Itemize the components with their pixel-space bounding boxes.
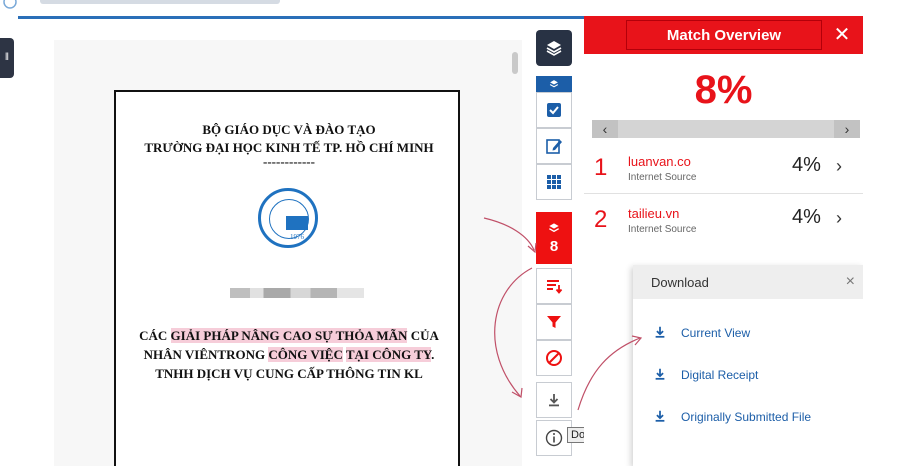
top-bar [0,0,900,16]
chevron-right-icon[interactable]: › [836,208,842,229]
sort-icon[interactable] [536,268,572,304]
download-icon [651,367,669,384]
download-button[interactable] [536,382,572,418]
exclude-icon[interactable] [536,340,572,376]
layers-small-icon[interactable] [536,76,572,92]
download-original-file[interactable]: Originally Submitted File [651,407,861,427]
match-highlight[interactable]: TẠI CÔNG TY [345,347,432,362]
download-icon [549,394,559,407]
match-source-type: Internet Source [628,172,697,183]
chevron-right-icon[interactable]: › [834,120,860,138]
side-panel-handle-icon[interactable]: ‖ [0,38,14,78]
match-overview-button[interactable]: 8 [536,212,572,264]
download-digital-receipt[interactable]: Digital Receipt [651,365,861,385]
match-pager: ‹ › [592,120,860,138]
scroll-thumb[interactable] [512,52,518,74]
download-menu-header: Download × [633,265,863,299]
panel-title: Match Overview [626,20,822,50]
match-row[interactable]: 2 tailieu.vn Internet Source 4% › [584,196,863,246]
download-icon [651,325,669,342]
emblem-year: 1976 [290,233,304,241]
edit-icon[interactable] [536,128,572,164]
layers-icon [549,222,559,232]
match-percent: 4% [792,154,821,176]
panel-header: Match Overview ✕ [584,16,863,54]
checkbox-icon[interactable] [536,92,572,128]
university-emblem-icon: 1976 [258,188,318,248]
doc-separator: ------------ [263,154,315,169]
doc-title-line1: CÁC GIẢI PHÁP NÂNG CAO SỰ THỎA MÃN CỦA [139,328,439,343]
download-item-label: Current View [681,326,751,340]
match-rank: 1 [594,154,608,181]
match-source: tailieu.vn [628,206,680,221]
viewer-scrollbar[interactable] [510,48,520,466]
doc-ministry: BỘ GIÁO DỤC VÀ ĐÀO TẠO [202,122,376,137]
overall-similarity: 8% [694,68,753,112]
match-source-type: Internet Source [628,224,697,235]
document-page: BỘ GIÁO DỤC VÀ ĐÀO TẠO TRƯỜNG ĐẠI HỌC KI… [114,90,460,466]
download-item-label: Digital Receipt [681,368,759,382]
close-icon[interactable]: ✕ [829,22,855,48]
match-percent: 4% [792,206,821,228]
close-icon[interactable]: × [846,273,855,291]
download-item-label: Originally Submitted File [681,410,812,424]
match-count: 8 [549,237,559,255]
download-current-view[interactable]: Current View [651,323,861,343]
grid-icon[interactable] [536,164,572,200]
match-highlight[interactable]: GIẢI PHÁP NÂNG CAO SỰ THỎA MÃN [170,328,408,343]
chevron-right-icon[interactable]: › [836,156,842,177]
download-icon [651,409,669,426]
filter-icon[interactable] [536,304,572,340]
match-rank: 2 [594,206,608,233]
match-highlight[interactable]: CÔNG VIỆC [268,347,343,362]
redacted-author [230,288,364,298]
top-bar-underline [18,16,584,19]
doc-title-line2: NHÂN VIÊNTRONG CÔNG VIỆC TẠI CÔNG TY. [143,347,435,362]
layers-icon[interactable] [536,30,572,66]
doc-title-line3: TNHH DỊCH VỤ CUNG CẤP THÔNG TIN KL [155,366,423,381]
match-row[interactable]: 1 luanvan.co Internet Source 4% › [584,144,863,194]
top-bar-title-ghost [40,0,280,4]
match-source: luanvan.co [628,154,691,169]
download-menu-title: Download [651,275,709,290]
background-edge [863,0,900,466]
chevron-left-icon[interactable]: ‹ [592,120,618,138]
logo-icon [2,0,18,10]
download-menu: Download × Current View Digital Receipt … [633,265,863,466]
book-icon [286,216,308,230]
